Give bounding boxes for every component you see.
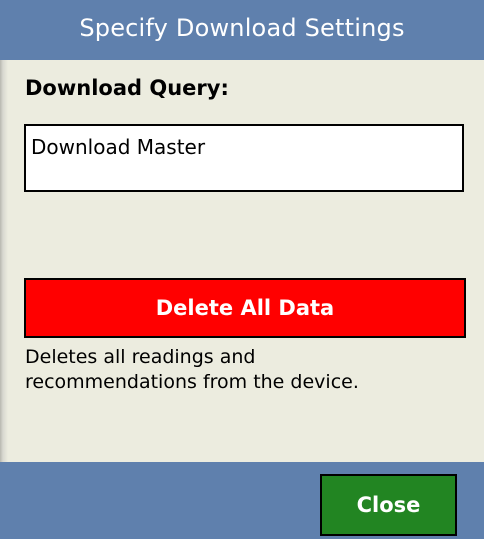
delete-description: Deletes all readings and recommendations… [25,345,465,395]
download-query-label: Download Query: [25,76,229,100]
delete-description-line: recommendations from the device. [25,371,359,393]
delete-description-line: Deletes all readings and [25,346,256,368]
window-left-edge [0,0,8,539]
dialog-title: Specify Download Settings [79,14,405,42]
close-label: Close [356,493,421,517]
delete-all-data-label: Delete All Data [155,296,335,320]
delete-all-data-button[interactable]: Delete All Data [24,278,466,338]
download-query-field[interactable]: Download Master [24,124,464,192]
close-button[interactable]: Close [320,474,457,536]
title-bar: Specify Download Settings [0,0,484,60]
download-settings-dialog: Specify Download Settings Download Query… [0,0,484,539]
